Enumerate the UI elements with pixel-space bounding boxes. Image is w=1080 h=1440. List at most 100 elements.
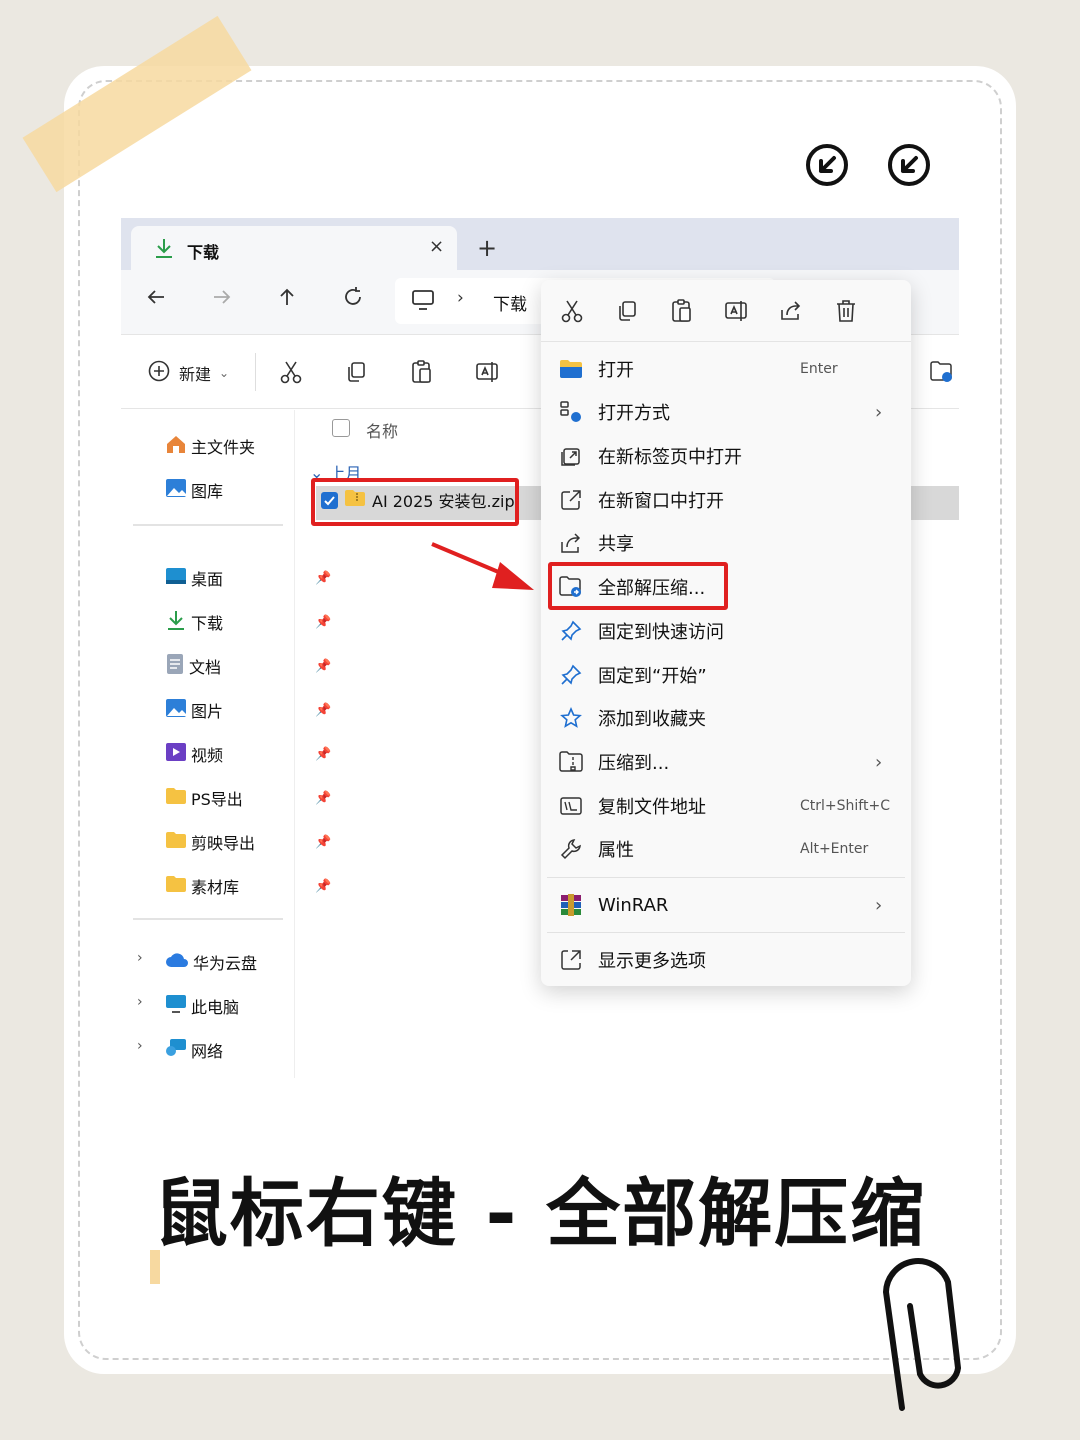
chevron-right-icon: ›	[875, 751, 883, 773]
wrench-icon	[559, 837, 583, 861]
rename-icon[interactable]	[475, 359, 501, 389]
forward-icon[interactable]	[211, 286, 233, 312]
paperclip-icon	[872, 1248, 968, 1422]
sidebar-item-downloads[interactable]: 下载 📌	[122, 602, 331, 642]
sidebar-item-home[interactable]: 主文件夹	[165, 426, 293, 466]
extract-folder-icon[interactable]	[930, 360, 954, 388]
menu-item-pin-quick-access[interactable]: 固定到快速访问	[541, 609, 911, 653]
menu-item-label: 固定到“开始”	[598, 666, 707, 687]
share-icon	[559, 531, 583, 555]
sidebar-item-desktop[interactable]: 桌面 📌	[165, 558, 331, 598]
expand-chevron-icon[interactable]: ›	[137, 1038, 143, 1054]
star-icon	[559, 706, 583, 730]
open-with-icon	[559, 400, 583, 424]
new-tab-button[interactable]: +	[477, 234, 497, 262]
menu-item-label: 显示更多选项	[598, 951, 706, 972]
sidebar-item-this-pc[interactable]: 此电脑	[165, 986, 293, 1026]
more-options-icon	[559, 948, 583, 972]
arrow-down-left-icon	[888, 144, 930, 186]
sidebar-item-network[interactable]: 网络	[165, 1030, 293, 1070]
menu-item-share[interactable]: 共享	[541, 521, 911, 565]
menu-item-label: 添加到收藏夹	[598, 709, 706, 730]
sidebar-item-label: 剪映导出	[191, 834, 256, 853]
sidebar-item-folder[interactable]: PS导出 📌	[165, 778, 331, 818]
delete-icon[interactable]	[834, 298, 858, 328]
sidebar-item-label: 华为云盘	[193, 954, 258, 973]
column-header-name[interactable]: 名称	[366, 418, 398, 442]
menu-item-copy-path[interactable]: 复制文件地址 Ctrl+Shift+C	[541, 784, 911, 828]
sidebar-item-cloud[interactable]: 华为云盘	[165, 942, 293, 982]
winrar-icon	[559, 893, 583, 917]
breadcrumb-downloads[interactable]: 下载	[493, 290, 527, 315]
menu-item-label: 固定到快速访问	[598, 622, 724, 643]
expand-chevron-icon[interactable]: ›	[137, 950, 143, 966]
context-menu: 打开 Enter 打开方式 › 在新标签页中打开 在新窗口中打开 共享 全部解压…	[541, 280, 911, 986]
back-icon[interactable]	[145, 286, 167, 312]
document-icon	[165, 653, 185, 679]
sidebar-item-label: 下载	[191, 614, 224, 633]
menu-item-label: 在新窗口中打开	[598, 491, 724, 512]
sidebar-item-label: 桌面	[191, 570, 224, 589]
sidebar-item-label: 此电脑	[191, 998, 240, 1017]
tab-title: 下载	[187, 243, 220, 262]
context-menu-toolbar	[541, 280, 911, 342]
cut-icon[interactable]	[560, 298, 584, 328]
pointer-arrow-icon	[428, 540, 538, 600]
paste-icon[interactable]	[670, 298, 694, 328]
chevron-down-icon: ⌄	[219, 366, 230, 380]
share-icon[interactable]	[779, 298, 803, 328]
sidebar-item-folder[interactable]: 剪映导出 📌	[165, 822, 331, 862]
rename-icon[interactable]	[724, 298, 750, 328]
refresh-icon[interactable]	[342, 286, 364, 312]
select-all-checkbox[interactable]	[332, 419, 350, 437]
plus-circle-icon	[147, 359, 171, 387]
menu-item-open-new-tab[interactable]: 在新标签页中打开	[541, 434, 911, 478]
tab-bar: 下载 × +	[121, 218, 959, 274]
cut-icon[interactable]	[279, 359, 303, 389]
arrow-down-left-icon	[806, 144, 848, 186]
folder-icon	[165, 831, 187, 853]
sidebar-item-label: 图片	[191, 702, 224, 721]
menu-item-compress[interactable]: 压缩到... ›	[541, 740, 911, 784]
menu-item-open-new-window[interactable]: 在新窗口中打开	[541, 478, 911, 522]
cloud-icon	[165, 951, 189, 973]
menu-item-winrar[interactable]: WinRAR ›	[541, 883, 911, 927]
pictures-icon	[165, 698, 187, 722]
menu-item-shortcut: Alt+Enter	[800, 841, 869, 857]
monitor-icon	[411, 289, 435, 315]
tab-close-button[interactable]: ×	[429, 236, 444, 257]
divider	[255, 353, 256, 391]
menu-item-add-favorites[interactable]: 添加到收藏夹	[541, 696, 911, 740]
sidebar-item-pictures[interactable]: 图片 📌	[165, 690, 331, 730]
menu-item-pin-start[interactable]: 固定到“开始”	[541, 653, 911, 697]
sidebar-item-label: 视频	[191, 746, 224, 765]
menu-item-label: 复制文件地址	[598, 797, 706, 818]
menu-item-label: 在新标签页中打开	[598, 447, 742, 468]
up-icon[interactable]	[276, 286, 298, 312]
menu-item-properties[interactable]: 属性 Alt+Enter	[541, 827, 911, 871]
menu-item-label: 打开方式	[598, 403, 670, 424]
chevron-right-icon: ›	[875, 401, 883, 423]
folder-icon	[165, 875, 187, 897]
download-icon	[165, 609, 187, 635]
menu-item-label: WinRAR	[598, 894, 669, 916]
menu-item-open-with[interactable]: 打开方式 ›	[541, 390, 911, 434]
menu-item-label: 打开	[598, 360, 634, 381]
sidebar-item-label: 文档	[189, 658, 222, 677]
expand-chevron-icon[interactable]: ›	[137, 994, 143, 1010]
copy-icon[interactable]	[615, 298, 639, 328]
tab-downloads[interactable]: 下载 ×	[131, 226, 457, 274]
desktop-icon	[165, 567, 187, 589]
sidebar-item-folder[interactable]: 素材库 📌	[165, 866, 331, 906]
paste-icon[interactable]	[410, 359, 434, 389]
open-external-icon	[559, 488, 583, 512]
sidebar-item-gallery[interactable]: 图库	[165, 470, 293, 510]
sidebar-item-label: 主文件夹	[191, 438, 256, 457]
new-button[interactable]: 新建 ⌄	[147, 359, 229, 387]
sidebar-item-videos[interactable]: 视频 📌	[165, 734, 331, 774]
copy-icon[interactable]	[344, 359, 368, 389]
menu-item-more-options[interactable]: 显示更多选项	[541, 938, 911, 982]
sidebar-item-documents[interactable]: 文档 📌	[165, 646, 331, 686]
sidebar-item-label: 素材库	[191, 878, 240, 897]
menu-item-open[interactable]: 打开 Enter	[541, 347, 911, 391]
